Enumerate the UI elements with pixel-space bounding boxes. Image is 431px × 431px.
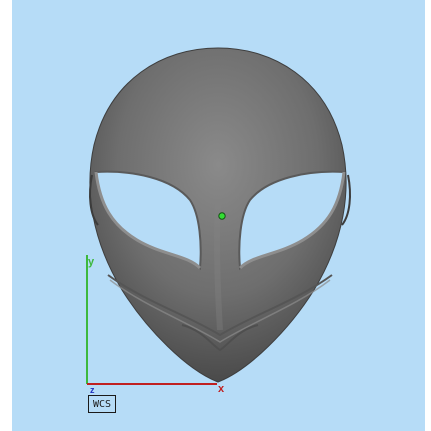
z-axis-label: z <box>90 385 95 395</box>
x-axis-label: x <box>218 383 225 395</box>
wcs-indicator: WCS <box>88 395 116 413</box>
3d-viewport[interactable] <box>12 0 425 431</box>
pivot-marker[interactable] <box>218 212 226 220</box>
y-axis-label: y <box>88 256 95 268</box>
mask-nose-bridge <box>213 199 223 331</box>
viewport-canvas[interactable] <box>12 0 425 431</box>
